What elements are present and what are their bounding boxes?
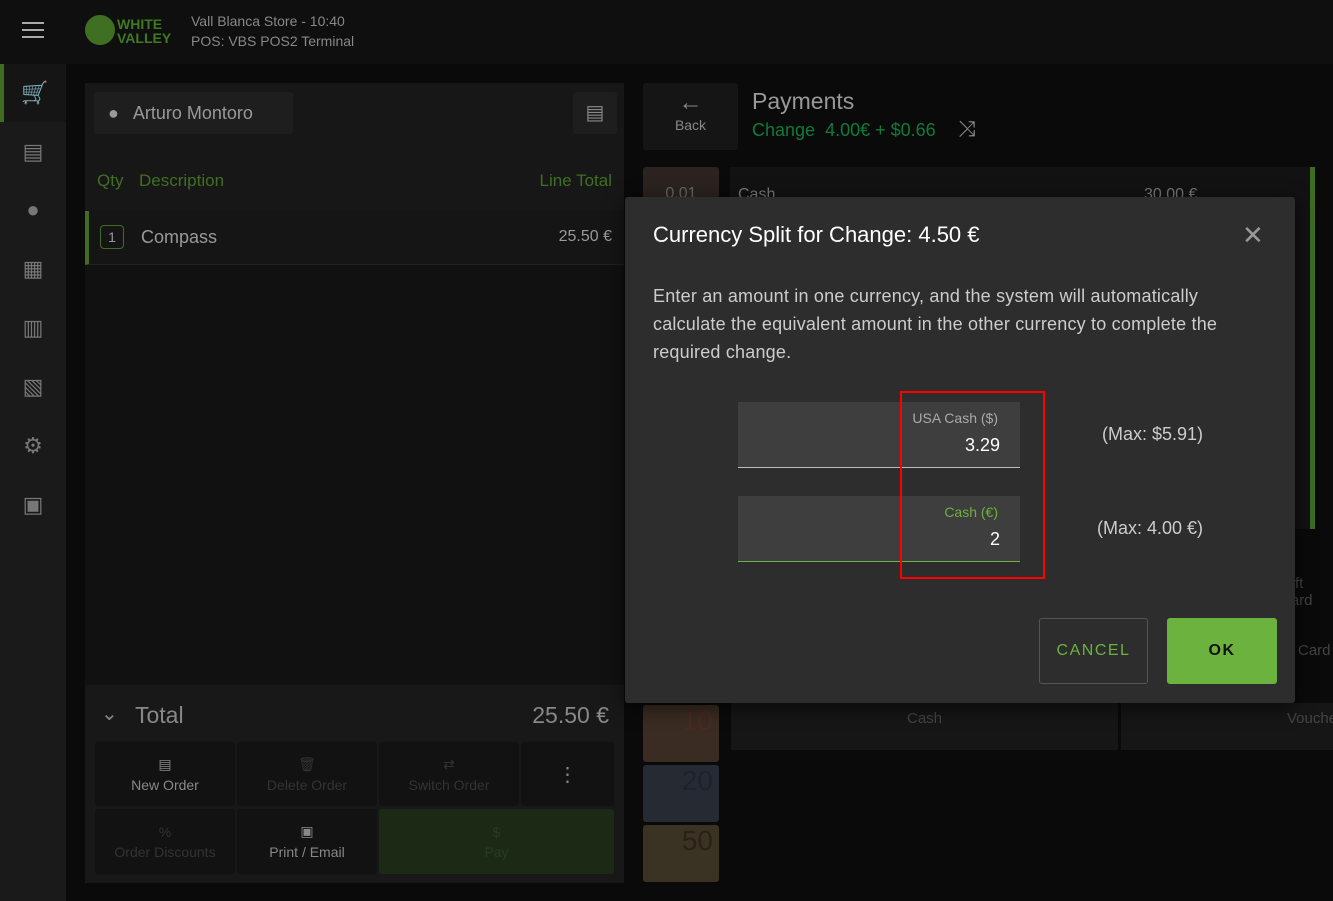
- change-value: 4.00€ + $0.66: [825, 120, 936, 140]
- dialog-title: Currency Split for Change: 4.50 €: [653, 222, 980, 247]
- new-order-button[interactable]: ▤ New Order: [95, 742, 235, 806]
- order-panel: ● Arturo Montoro ▤ Qty Description Line T…: [85, 83, 624, 883]
- sidebar: 🛒 ▤ ● ▦ ▥ ▧ ⚙ ▣: [0, 64, 66, 901]
- change-summary: Change 4.00€ + $0.66: [752, 120, 936, 141]
- store-info: Vall Blanca Store - 10:40: [191, 13, 345, 29]
- logo-text: WHITE VALLEY: [117, 16, 172, 46]
- banknote-10[interactable]: 10: [643, 705, 719, 762]
- label: Order Discounts: [114, 843, 216, 860]
- label: Cash: [906, 710, 943, 727]
- table-row[interactable]: 1 Compass 25.50 €: [85, 211, 624, 265]
- change-label: Change: [752, 120, 816, 140]
- print-email-button[interactable]: ▣ Print / Email: [237, 809, 377, 874]
- new-order-icon: ▤: [158, 755, 172, 772]
- col-description: Description: [139, 171, 225, 190]
- label: Voucher: [1287, 710, 1333, 727]
- back-button[interactable]: ← Back: [643, 83, 738, 150]
- total-label: Total: [135, 702, 184, 728]
- banknote-20[interactable]: 20: [643, 765, 719, 822]
- printer-icon: ▣: [300, 823, 314, 839]
- register-icon[interactable]: ▦: [0, 240, 66, 298]
- reports-icon[interactable]: ▧: [0, 358, 66, 416]
- person-icon: ●: [108, 102, 119, 123]
- discount-icon: %: [158, 823, 172, 840]
- method-cash[interactable]: Cash: [731, 703, 1118, 750]
- line-qty: 1: [100, 225, 124, 249]
- payments-title: Payments: [752, 88, 855, 114]
- highlight-box: [900, 391, 1045, 579]
- order-discounts-button[interactable]: % Order Discounts: [95, 809, 235, 874]
- store-icon[interactable]: ▥: [0, 299, 66, 357]
- printer-icon[interactable]: ▣: [0, 476, 66, 534]
- cancel-button[interactable]: CANCEL: [1039, 618, 1148, 684]
- total-value: 25.50 €: [532, 702, 609, 728]
- label: 50: [681, 825, 713, 856]
- switch-order-button[interactable]: ⇄ Switch Order: [379, 742, 519, 806]
- label: 10: [681, 705, 713, 736]
- switch-icon: ⇄: [443, 755, 455, 772]
- col-line-total: Line Total: [539, 171, 612, 190]
- scroll-indicator: [1310, 167, 1315, 529]
- close-icon[interactable]: ✕: [1242, 220, 1264, 251]
- cart-icon[interactable]: 🛒: [0, 64, 66, 122]
- menu-icon[interactable]: [22, 22, 44, 38]
- pay-icon: $: [492, 823, 501, 840]
- method-card[interactable]: Card: [1298, 642, 1331, 659]
- line-description: Compass: [141, 227, 218, 247]
- more-button[interactable]: ⋮: [521, 742, 614, 806]
- delete-order-button[interactable]: 🗑 Delete Order: [237, 742, 377, 806]
- settings-icon[interactable]: ⚙: [0, 417, 66, 475]
- pay-button[interactable]: $ Pay: [379, 809, 614, 874]
- label: Switch Order: [408, 776, 490, 793]
- arrow-left-icon: ←: [678, 89, 703, 116]
- customer-icon[interactable]: ●: [0, 181, 66, 239]
- method-voucher[interactable]: Voucher: [1121, 703, 1333, 750]
- chevron-down-icon[interactable]: ⌄: [101, 701, 118, 726]
- customer-chip[interactable]: ● Arturo Montoro: [94, 92, 293, 134]
- label: Pay: [484, 843, 509, 860]
- trash-icon: 🗑: [298, 755, 316, 772]
- total-section: ⌄ Total 25.50 € ▤ New Order 🗑 Delete Order…: [85, 685, 624, 883]
- usd-max: (Max: $5.91): [1102, 424, 1204, 444]
- logo-icon: [85, 15, 115, 45]
- customer-name: Arturo Montoro: [132, 102, 253, 123]
- receipt-settings-icon[interactable]: ▤: [573, 92, 617, 134]
- banknote-50[interactable]: 50: [643, 825, 719, 882]
- line-total: 25.50 €: [558, 228, 612, 245]
- label: Print / Email: [269, 844, 345, 860]
- top-bar: WHITE VALLEY Vall Blanca Store - 10:40 P…: [0, 0, 1333, 64]
- orders-icon[interactable]: ▤: [0, 123, 66, 181]
- split-icon[interactable]: ⤨: [958, 116, 976, 142]
- eur-max: (Max: 4.00 €): [1097, 518, 1204, 538]
- col-qty: Qty: [97, 171, 124, 190]
- terminal-info: POS: VBS POS2 Terminal: [191, 33, 355, 49]
- label: New Order: [131, 776, 199, 793]
- dialog-description: Enter an amount in one currency, and the…: [653, 286, 1218, 362]
- label: Delete Order: [266, 776, 348, 793]
- label: 20: [681, 765, 713, 796]
- more-vert-icon: ⋮: [557, 763, 578, 786]
- back-label: Back: [674, 117, 707, 133]
- ok-button[interactable]: OK: [1167, 618, 1277, 684]
